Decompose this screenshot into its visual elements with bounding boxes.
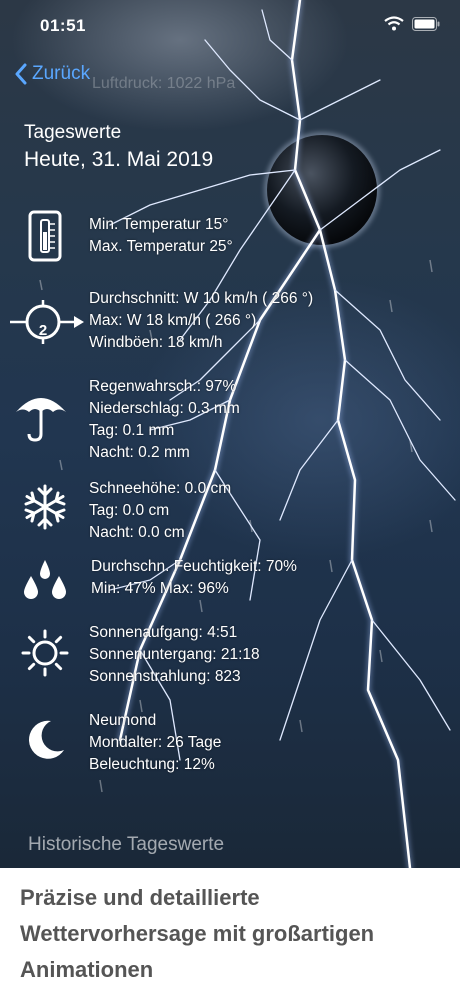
back-button[interactable]: Zurück <box>14 60 90 88</box>
rain-night: Nacht: 0.2 mm <box>89 444 190 461</box>
date-label: Heute, 31. Mai 2019 <box>24 148 214 171</box>
moon-age: Mondalter: 26 Tage <box>89 734 222 751</box>
rain-day: Tag: 0.1 mm <box>89 422 175 439</box>
status-bar: 01:51 <box>0 0 460 52</box>
water-drops-icon <box>10 558 80 602</box>
min-temperature: Min. Temperatur 15° <box>89 216 229 233</box>
weather-screen: 01:51 Luftdruck: 1022 hPa Zurück Tageswe… <box>0 0 460 868</box>
max-wind: Max: W 18 km/h ( 266 °) <box>89 312 257 329</box>
snowflake-icon <box>10 484 80 530</box>
umbrella-icon <box>6 390 76 442</box>
status-time: 01:51 <box>40 16 86 35</box>
wind-gusts: Windböen: 18 km/h <box>89 334 223 351</box>
moon-phase: Neumond <box>89 712 157 729</box>
moon-illumination: Beleuchtung: 12% <box>89 756 215 773</box>
battery-icon <box>412 16 440 31</box>
snow-day: Tag: 0.0 cm <box>89 502 170 519</box>
sunrise: Sonnenaufgang: 4:51 <box>89 624 238 641</box>
average-humidity: Durchschn. Feuchtigkeit: 70% <box>91 558 297 575</box>
rain-probability: Regenwahrsch.: 97% <box>89 378 237 395</box>
promo-caption-text: Präzise und detaillierte Wettervorhersag… <box>20 885 375 982</box>
max-temperature: Max. Temperatur 25° <box>89 238 233 255</box>
wifi-icon <box>384 16 404 31</box>
back-button-label: Zurück <box>32 63 91 84</box>
min-max-humidity: Min: 47% Max: 96% <box>91 580 229 597</box>
pressure-overlay-text: Luftdruck: 1022 hPa <box>92 75 236 92</box>
snow-height: Schneehöhe: 0.0 cm <box>89 480 232 497</box>
sunset: Sonnenuntergang: 21:18 <box>89 646 260 663</box>
moon-icon <box>10 718 80 762</box>
solar-radiation: Sonnenstrahlung: 823 <box>89 668 241 685</box>
thermometer-icon <box>10 210 80 262</box>
section-title: Tageswerte <box>24 122 122 143</box>
historical-values-link[interactable]: Historische Tageswerte <box>28 834 224 856</box>
status-icons <box>384 16 440 31</box>
precipitation: Niederschlag: 0.3 mm <box>89 400 240 417</box>
promo-caption: Präzise und detaillierte Wettervorhersag… <box>0 868 460 996</box>
snow-night: Nacht: 0.0 cm <box>89 524 185 541</box>
average-wind: Durchschnitt: W 10 km/h ( 266 °) <box>89 290 314 307</box>
sun-icon <box>10 628 80 678</box>
compass-icon: 2 <box>8 294 84 350</box>
chevron-left-icon <box>15 63 27 85</box>
